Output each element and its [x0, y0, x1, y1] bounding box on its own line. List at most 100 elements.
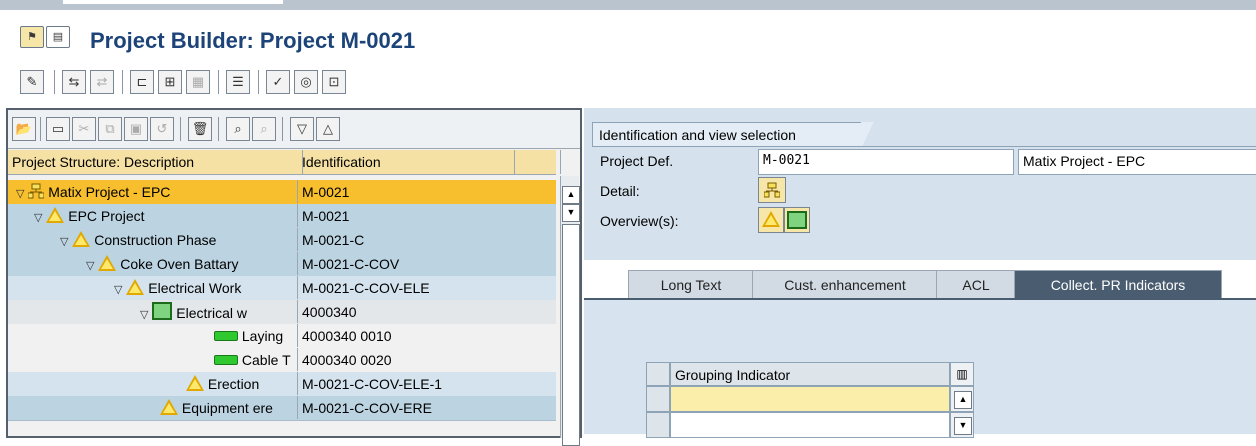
exit-icon[interactable]: ⊡ — [322, 70, 346, 94]
tree-toolbar: 📂 ▭ ✂ ⧉ ▣ ↺ 🗑 ⌕ ⌕ ▽ △ — [8, 110, 580, 149]
tree-row[interactable]: ▽ Electrical Work M-0021-C-COV-ELE — [8, 276, 556, 301]
collapse-icon[interactable]: △ — [316, 117, 340, 141]
overview-network-icon[interactable] — [784, 207, 810, 233]
edit-icon[interactable]: ✎ — [20, 70, 44, 94]
activity-icon — [214, 355, 238, 365]
tab-long-text[interactable]: Long Text — [628, 270, 754, 299]
network-icon — [152, 302, 173, 320]
grouping-indicator-table: Grouping Indicator ▥ ▲ ▼ — [646, 362, 976, 442]
where-used-icon[interactable]: ⇆ — [62, 70, 86, 94]
identification-tab[interactable]: Identification and view selection — [592, 122, 875, 147]
status-icon[interactable]: ✓ — [266, 70, 290, 94]
scroll-thumb[interactable] — [562, 224, 580, 446]
tree-row-description: Erection — [207, 376, 260, 392]
application-toolbar: ✎ ⇆ ⇄ ⊏ ⊞ ▦ ☰ ✓ ◎ ⊡ — [10, 66, 1256, 102]
paste-icon[interactable]: ▣ — [124, 117, 148, 141]
table-scrollbar[interactable]: ▲ — [950, 386, 974, 412]
tree-row-description: Construction Phase — [94, 232, 217, 248]
collapse-triangle-icon[interactable]: ▽ — [16, 188, 24, 200]
tree-row-identification: M-0021-C-COV-ERE — [297, 396, 561, 419]
wbs-element-icon — [126, 279, 145, 295]
dependencies-icon[interactable]: ⇄ — [90, 70, 114, 94]
tab-collect-pr-indicators[interactable]: Collect. PR Indicators — [1014, 270, 1222, 299]
planning-board-icon[interactable]: ☰ — [226, 70, 250, 94]
undo-icon[interactable]: ↺ — [150, 117, 174, 141]
detail-project-definition-icon[interactable] — [758, 177, 786, 203]
window-top-strip — [0, 0, 1256, 10]
options-icon[interactable]: ◎ — [294, 70, 318, 94]
tree-scrollbar[interactable]: ▲ ▼ — [560, 176, 580, 446]
row-selector-header[interactable] — [646, 362, 670, 386]
tab-content: Grouping Indicator ▥ ▲ ▼ — [584, 298, 1256, 438]
tree-header: Project Structure: Description Identific… — [8, 150, 561, 175]
grouping-indicator-input[interactable] — [670, 412, 950, 438]
identification-box: Project Def. M-0021 Matix Project - EPC … — [592, 146, 1256, 243]
tree-row-identification: 4000340 — [297, 300, 561, 323]
cut-icon[interactable]: ✂ — [72, 117, 96, 141]
toolbar-separator — [180, 117, 181, 141]
project-builder-icon[interactable]: ⚑ — [20, 26, 44, 48]
toolbar-separator — [282, 117, 283, 141]
delete-icon[interactable]: 🗑 — [188, 117, 212, 141]
tree-row-identification: M-0021-C-COV-ELE-1 — [297, 372, 561, 395]
column-header-blank — [510, 150, 561, 174]
overview-wbs-icon[interactable] — [758, 207, 784, 233]
activity-icon — [214, 331, 238, 341]
tree-row-identification: 4000340 0020 — [297, 348, 561, 371]
row-selector[interactable] — [646, 386, 670, 412]
wbs-element-icon — [72, 231, 91, 247]
collapse-triangle-icon[interactable]: ▽ — [34, 212, 42, 224]
tree-row-description: Laying — [241, 328, 284, 344]
identification-panel: Identification and view selection Projec… — [584, 108, 1256, 260]
grid-icon[interactable]: ▦ — [186, 70, 210, 94]
tree-row-description: Electrical Work — [148, 280, 242, 296]
tree-row[interactable]: ▽ EPC Project M-0021 — [8, 204, 556, 229]
table-scrollbar[interactable]: ▼ — [950, 412, 974, 438]
find-next-icon[interactable]: ⌕ — [252, 117, 276, 141]
document-icon[interactable]: ▤ — [46, 26, 70, 48]
collapse-triangle-icon[interactable]: ▽ — [140, 309, 148, 321]
title-bar: ⚑ ▤ Project Builder: Project M-0021 — [0, 24, 1256, 60]
tree-row[interactable]: ▽ Matix Project - EPC M-0021 — [8, 180, 556, 205]
create-icon[interactable]: ▭ — [46, 117, 70, 141]
structure-icon[interactable]: ⊞ — [158, 70, 182, 94]
scroll-up-icon[interactable]: ▲ — [562, 186, 580, 204]
copy-icon[interactable]: ⧉ — [98, 117, 122, 141]
hierarchy-icon[interactable]: ⊏ — [130, 70, 154, 94]
tab-cust-enhancement[interactable]: Cust. enhancement — [752, 270, 938, 299]
project-description-field: Matix Project - EPC — [1018, 149, 1256, 175]
tree-row[interactable]: ▽ Electrical w 4000340 — [8, 300, 556, 325]
window-tab[interactable] — [63, 0, 283, 4]
wbs-element-icon — [186, 375, 204, 391]
page-title: Project Builder: Project M-0021 — [90, 28, 416, 53]
scroll-down-icon[interactable]: ▼ — [954, 417, 972, 435]
scroll-down-icon[interactable]: ▼ — [562, 204, 580, 222]
row-selector[interactable] — [646, 412, 670, 438]
collapse-triangle-icon[interactable]: ▽ — [60, 236, 68, 248]
scroll-up-icon[interactable]: ▲ — [954, 391, 972, 409]
column-header-description[interactable]: Project Structure: Description — [8, 150, 303, 174]
find-icon[interactable]: ⌕ — [226, 117, 250, 141]
open-folder-icon[interactable]: 📂 — [12, 117, 36, 141]
tree-row[interactable]: ▽ Coke Oven Battary M-0021-C-COV — [8, 252, 556, 277]
tree-row-identification: M-0021-C — [297, 228, 561, 251]
tree-row-description: Equipment ere — [181, 400, 273, 416]
grouping-indicator-input[interactable] — [670, 386, 950, 412]
collapse-triangle-icon[interactable]: ▽ — [86, 260, 94, 272]
project-definition-icon — [27, 182, 45, 199]
tree-row[interactable]: ▽ Construction Phase M-0021-C — [8, 228, 556, 253]
tab-acl[interactable]: ACL — [936, 270, 1016, 299]
table-settings-icon[interactable]: ▥ — [950, 362, 974, 386]
collapse-triangle-icon[interactable]: ▽ — [114, 284, 122, 296]
tree-row[interactable]: Cable T 4000340 0020 — [8, 348, 556, 373]
toolbar-separator — [218, 117, 219, 141]
tree-row[interactable]: Equipment ere M-0021-C-COV-ERE — [8, 396, 556, 421]
expand-icon[interactable]: ▽ — [290, 117, 314, 141]
grouping-indicator-header[interactable]: Grouping Indicator — [670, 362, 950, 386]
detail-label: Detail: — [600, 183, 640, 199]
project-def-field[interactable]: M-0021 — [758, 149, 1014, 175]
column-header-identification[interactable]: Identification — [298, 150, 515, 174]
tree-row[interactable]: Erection M-0021-C-COV-ELE-1 — [8, 372, 556, 397]
tree-row[interactable]: Laying 4000340 0010 — [8, 324, 556, 349]
tree-row-description: Electrical w — [176, 305, 248, 321]
